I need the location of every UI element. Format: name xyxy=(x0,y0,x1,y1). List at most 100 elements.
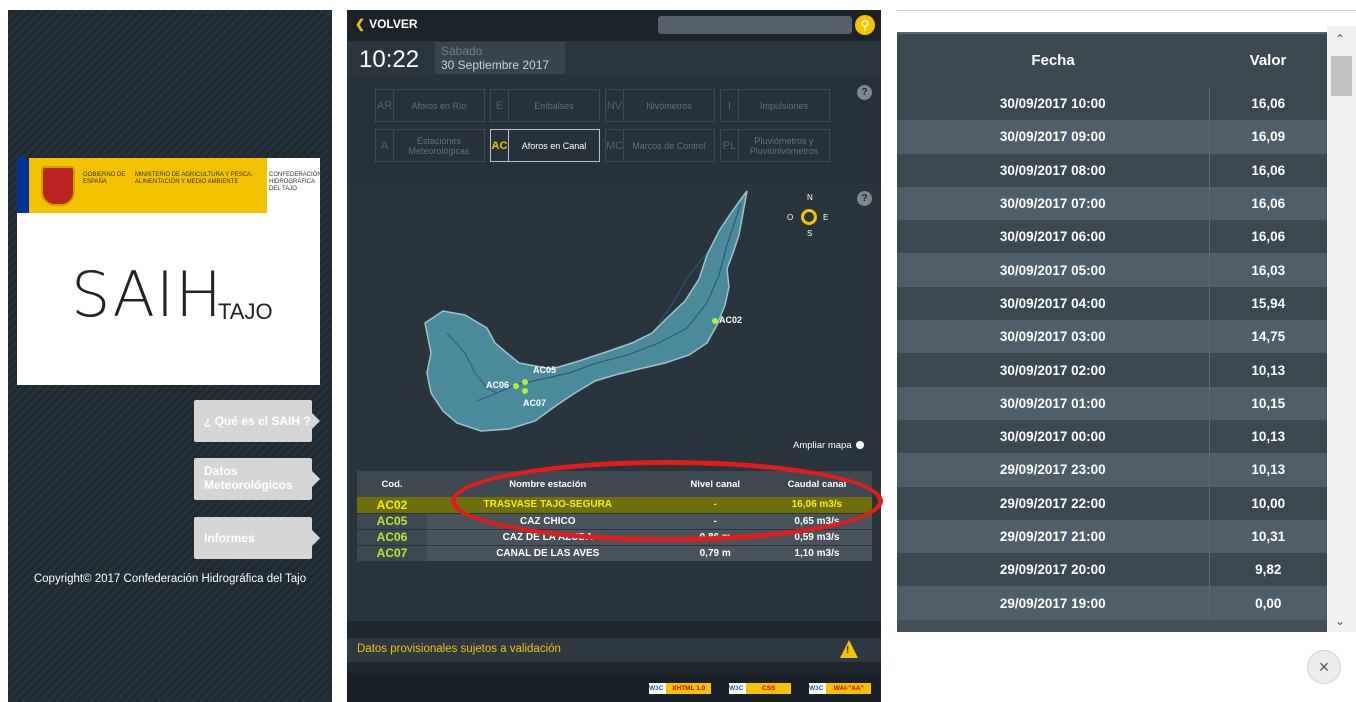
table-row: 30/09/2017 02:00 10,13 xyxy=(897,353,1327,387)
notice-bar: Datos provisionales sujetos a validación… xyxy=(347,638,881,662)
category-pluviometros[interactable]: PL Pluviómetros y Pluvionivómetros xyxy=(720,129,830,162)
cell-fecha: 30/09/2017 01:00 xyxy=(897,386,1210,420)
data-table: Fecha Valor 30/09/2017 10:00 16,06 30/09/2… xyxy=(897,32,1327,620)
gov-label: GOBIERNO DE ESPAÑA xyxy=(83,172,126,185)
cell-fecha: 29/09/2017 22:00 xyxy=(897,486,1210,520)
reports-button[interactable]: Informes xyxy=(194,517,320,559)
scroll-down-icon[interactable]: ⌄ xyxy=(1335,614,1345,628)
table-row: 30/09/2017 10:00 16,06 xyxy=(897,87,1327,121)
date-box: Sábado 30 Septiembre 2017 xyxy=(435,42,565,74)
table-row: 30/09/2017 08:00 16,06 xyxy=(897,153,1327,187)
cell-valor: 10,31 xyxy=(1209,519,1327,554)
cell-fecha: 30/09/2017 08:00 xyxy=(897,153,1210,187)
table-row: 30/09/2017 06:00 16,06 xyxy=(897,220,1327,254)
table-row: 30/09/2017 00:00 10,13 xyxy=(897,419,1327,454)
cell-fecha: 30/09/2017 05:00 xyxy=(897,253,1210,287)
station-dot-ac02[interactable] xyxy=(712,318,718,324)
table-row: 30/09/2017 01:00 10,15 xyxy=(897,386,1327,420)
category-nivometros[interactable]: NV Nivómetros xyxy=(605,89,715,122)
table-row: 29/09/2017 19:00 0,00 xyxy=(897,586,1327,620)
cell-valor: 16,06 xyxy=(1209,186,1327,221)
station-label-ac07[interactable]: AC07 xyxy=(523,398,546,408)
coat-of-arms-icon xyxy=(41,166,75,206)
tajo-basin-shape xyxy=(424,190,748,432)
cell-valor: 10,13 xyxy=(1209,419,1327,454)
current-time: 10:22 xyxy=(359,46,420,73)
station-label-ac05[interactable]: AC05 xyxy=(533,365,556,375)
cell-fecha: 30/09/2017 00:00 xyxy=(897,419,1210,454)
main-panel: ❮ VOLVER ⚲ 10:22 Sábado 30 Septiembre 201… xyxy=(347,10,883,702)
expand-map-link[interactable]: Ampliar mapa xyxy=(793,440,864,451)
search-icon[interactable]: ⚲ xyxy=(855,15,875,35)
category-embalses[interactable]: E Embalses xyxy=(490,89,600,122)
category-marcos-control[interactable]: MC Marcos de Control xyxy=(605,129,715,162)
table-row: 29/09/2017 22:00 10,00 xyxy=(897,486,1327,520)
table-row: 30/09/2017 07:00 16,06 xyxy=(897,186,1327,221)
cell-valor: 10,13 xyxy=(1209,453,1327,487)
basin-map[interactable] xyxy=(347,183,881,453)
cell-fecha: 30/09/2017 09:00 xyxy=(897,120,1210,154)
station-dot-ac05[interactable] xyxy=(522,379,528,385)
scroll-thumb[interactable] xyxy=(1331,56,1352,96)
cell-valor: 0,00 xyxy=(1209,586,1327,620)
saih-logo-sub: TAJO xyxy=(218,299,273,324)
table-row: 29/09/2017 20:00 9,82 xyxy=(897,553,1327,587)
time-bar: 10:22 Sábado 30 Septiembre 2017 xyxy=(347,41,881,75)
confederacion-label: CONFEDERACIÓN HIDROGRÁFICA DEL TAJO xyxy=(269,172,322,192)
station-label-ac06[interactable]: AC06 xyxy=(486,380,509,390)
back-button[interactable]: ❮ VOLVER xyxy=(355,17,418,31)
cell-fecha: 30/09/2017 02:00 xyxy=(897,353,1210,387)
table-row: 29/09/2017 21:00 10,31 xyxy=(897,519,1327,554)
table-row: 29/09/2017 23:00 10,13 xyxy=(897,453,1327,487)
cell-valor: 10,00 xyxy=(1209,486,1327,520)
map-area: AC02 AC05 AC06 AC07 N O E S ? Ampliar ma… xyxy=(347,183,883,621)
day-label: Sábado xyxy=(441,44,483,58)
category-aforos-canal[interactable]: AC Aforos en Canal xyxy=(490,129,600,162)
table-row: 30/09/2017 05:00 16,03 xyxy=(897,253,1327,287)
category-aforos-rio[interactable]: AR Aforos en Río xyxy=(375,89,485,122)
cell-fecha: 29/09/2017 21:00 xyxy=(897,519,1210,554)
category-impulsiones[interactable]: I Impulsiones xyxy=(720,89,830,122)
cell-fecha: 30/09/2017 07:00 xyxy=(897,186,1210,221)
saih-logo: SAIH xyxy=(71,258,223,331)
divider xyxy=(897,10,1356,11)
what-is-saih-button[interactable]: ¿ Qué es el SAIH ? xyxy=(194,400,320,442)
left-panel: GOBIERNO DE ESPAÑA MINISTERIO DE AGRICUL… xyxy=(8,10,332,702)
w3c-css-badge[interactable]: W3C CSS xyxy=(729,683,791,694)
cell-valor: 16,09 xyxy=(1209,120,1327,154)
chevron-left-icon: ❮ xyxy=(355,17,366,31)
scroll-up-icon[interactable]: ⌃ xyxy=(1335,32,1345,46)
w3c-wai-badge[interactable]: W3C WAI-"AA" xyxy=(809,683,871,694)
notice-text: Datos provisionales sujetos a validación xyxy=(357,643,561,655)
search-input[interactable] xyxy=(658,16,852,34)
category-estaciones-meteorologicas[interactable]: A Estaciones Meteorológicas xyxy=(375,129,485,162)
cell-valor: 16,06 xyxy=(1209,87,1327,121)
expand-icon xyxy=(855,441,864,450)
table-row: 30/09/2017 03:00 14,75 xyxy=(897,320,1327,354)
footer: W3C XHTML 1.0 W3C CSS W3C WAI-"AA" xyxy=(347,673,881,702)
eu-flag-icon xyxy=(17,158,29,213)
station-dot-ac07[interactable] xyxy=(522,388,528,394)
station-dot-ac06[interactable] xyxy=(513,383,519,389)
cell-fecha: 30/09/2017 10:00 xyxy=(897,87,1210,121)
scrollbar[interactable]: ⌃ ⌄ xyxy=(1327,26,1356,632)
cell-fecha: 29/09/2017 19:00 xyxy=(897,586,1210,620)
data-table-viewport[interactable]: Fecha Valor 30/09/2017 10:00 16,06 30/09/2… xyxy=(897,32,1327,632)
table-row: 30/09/2017 04:00 15,94 xyxy=(897,286,1327,321)
close-button[interactable]: × xyxy=(1307,650,1341,684)
cell-valor: 10,13 xyxy=(1209,353,1327,387)
weather-data-button[interactable]: Datos Meteorológicos xyxy=(194,458,320,500)
w3c-xhtml-badge[interactable]: W3C XHTML 1.0 xyxy=(649,683,711,694)
help-icon[interactable]: ? xyxy=(857,85,872,100)
station-label-ac02[interactable]: AC02 xyxy=(719,315,742,325)
map-help-icon[interactable]: ? xyxy=(857,191,872,206)
cell-fecha: 30/09/2017 04:00 xyxy=(897,286,1210,321)
cell-fecha: 29/09/2017 20:00 xyxy=(897,553,1210,587)
table-row[interactable]: AC07 CANAL DE LAS AVES 0,79 m 1,10 m3/s xyxy=(357,545,872,562)
cell-fecha: 29/09/2017 23:00 xyxy=(897,453,1210,487)
highlight-annotation-ellipse xyxy=(451,460,883,542)
copyright: Copyright© 2017 Confederación Hidrográfi… xyxy=(33,573,307,585)
cell-valor: 10,15 xyxy=(1209,386,1327,420)
cell-valor: 16,03 xyxy=(1209,253,1327,287)
col-header-code: Cod. xyxy=(357,471,427,497)
